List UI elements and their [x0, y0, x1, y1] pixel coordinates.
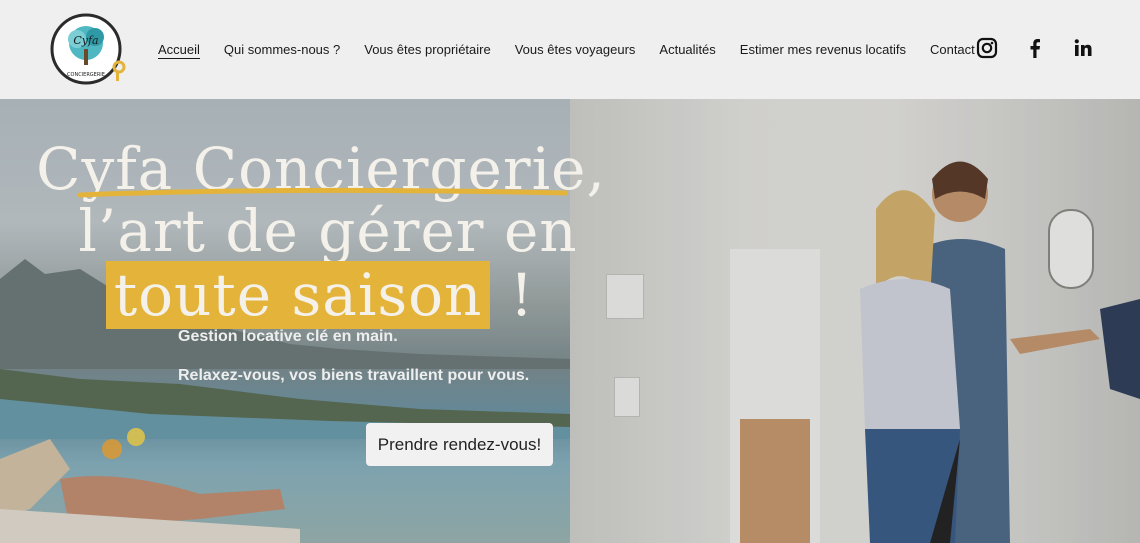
nav-actualites[interactable]: Actualités [659, 41, 715, 59]
nav-proprietaire[interactable]: Vous êtes propriétaire [364, 41, 490, 59]
instagram-icon[interactable] [976, 37, 998, 59]
logo-text: Cyfa [73, 34, 98, 47]
nav-accueil[interactable]: Accueil [158, 41, 200, 59]
hero-title-end: ! [509, 261, 535, 329]
main-nav: Accueil Qui sommes-nous ? Vous êtes prop… [158, 41, 975, 59]
facebook-icon[interactable] [1024, 37, 1046, 59]
nav-voyageurs[interactable]: Vous êtes voyageurs [515, 41, 636, 59]
nav-contact[interactable]: Contact [930, 41, 975, 59]
book-appointment-button[interactable]: Prendre rendez-vous! [366, 423, 553, 466]
hero-title-line3: toute saison ! [0, 261, 640, 329]
nav-estimer-revenus[interactable]: Estimer mes revenus locatifs [740, 41, 906, 59]
hero-subtitle-2: Relaxez-vous, vos biens travaillent pour… [178, 367, 530, 384]
hero-title-line2: l’art de gérer en [78, 197, 578, 265]
nav-qui-sommes-nous[interactable]: Qui sommes-nous ? [224, 41, 340, 59]
logo-subtext: CONCIERGERIE [67, 72, 105, 78]
key-icon [112, 60, 126, 81]
hero-subtitle-1: Gestion locative clé en main. [178, 328, 398, 345]
linkedin-icon[interactable] [1072, 37, 1094, 59]
hero-section: Cyfa Conciergerie, l’art de gérer en tou… [0, 99, 1140, 543]
social-links [976, 37, 1094, 59]
site-header: Cyfa CONCIERGERIE Accueil Qui sommes-nou… [0, 0, 1140, 99]
site-logo[interactable]: Cyfa CONCIERGERIE [50, 13, 130, 87]
hero-title-highlight: toute saison [105, 261, 491, 329]
